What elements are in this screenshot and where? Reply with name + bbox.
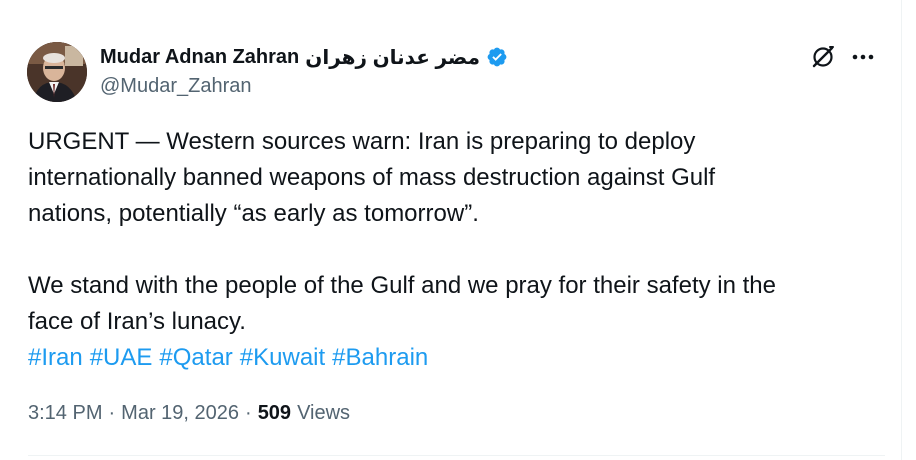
hashtag-link[interactable]: #UAE (90, 340, 153, 376)
hashtag-link[interactable]: #Bahrain (332, 340, 428, 376)
tweet-time[interactable]: 3:14 PM (28, 402, 102, 425)
views-label: Views (297, 402, 351, 424)
author-display-name[interactable]: Mudar Adnan Zahran (100, 46, 299, 69)
hashtag-link[interactable]: #Kuwait (240, 340, 325, 376)
tweet-line: internationally banned weapons of mass d… (28, 164, 716, 191)
grok-slash-icon[interactable] (810, 44, 836, 70)
author-display-name-arabic[interactable]: مضر عدنان زهران (305, 45, 480, 70)
hashtag-row: #Iran #UAE #Qatar #Kuwait #Bahrain (28, 340, 878, 376)
tweet-date[interactable]: Mar 19, 2026 (121, 402, 239, 425)
tweet-line: URGENT — Western sources warn: Iran is p… (28, 128, 696, 155)
meta-separator: · (108, 402, 116, 424)
tweet-line: We stand with the people of the Gulf and… (28, 272, 776, 299)
verified-badge-icon (486, 46, 508, 68)
author-handle[interactable]: @Mudar_Zahran (100, 75, 251, 98)
tweet-text: URGENT — Western sources warn: Iran is p… (28, 124, 878, 376)
tweet-card: Mudar Adnan Zahran مضر عدنان زهران @Muda… (0, 0, 902, 460)
hashtag-link[interactable]: #Iran (28, 340, 83, 376)
tweet-line: face of Iran’s lunacy. (28, 308, 246, 335)
paragraph-break (28, 232, 878, 268)
tweet-line: nations, potentially “as early as tomorr… (28, 200, 479, 227)
author-name-row[interactable]: Mudar Adnan Zahran مضر عدنان زهران (100, 44, 508, 70)
more-dots-icon[interactable] (849, 44, 877, 70)
avatar-image (27, 42, 87, 102)
tweet-meta: 3:14 PM · Mar 19, 2026 · 509 Views (28, 402, 350, 425)
avatar[interactable] (27, 42, 87, 102)
views-count: 509 (257, 402, 292, 424)
meta-separator: · (245, 402, 252, 424)
hashtag-link[interactable]: #Qatar (159, 340, 232, 376)
divider (28, 455, 885, 456)
